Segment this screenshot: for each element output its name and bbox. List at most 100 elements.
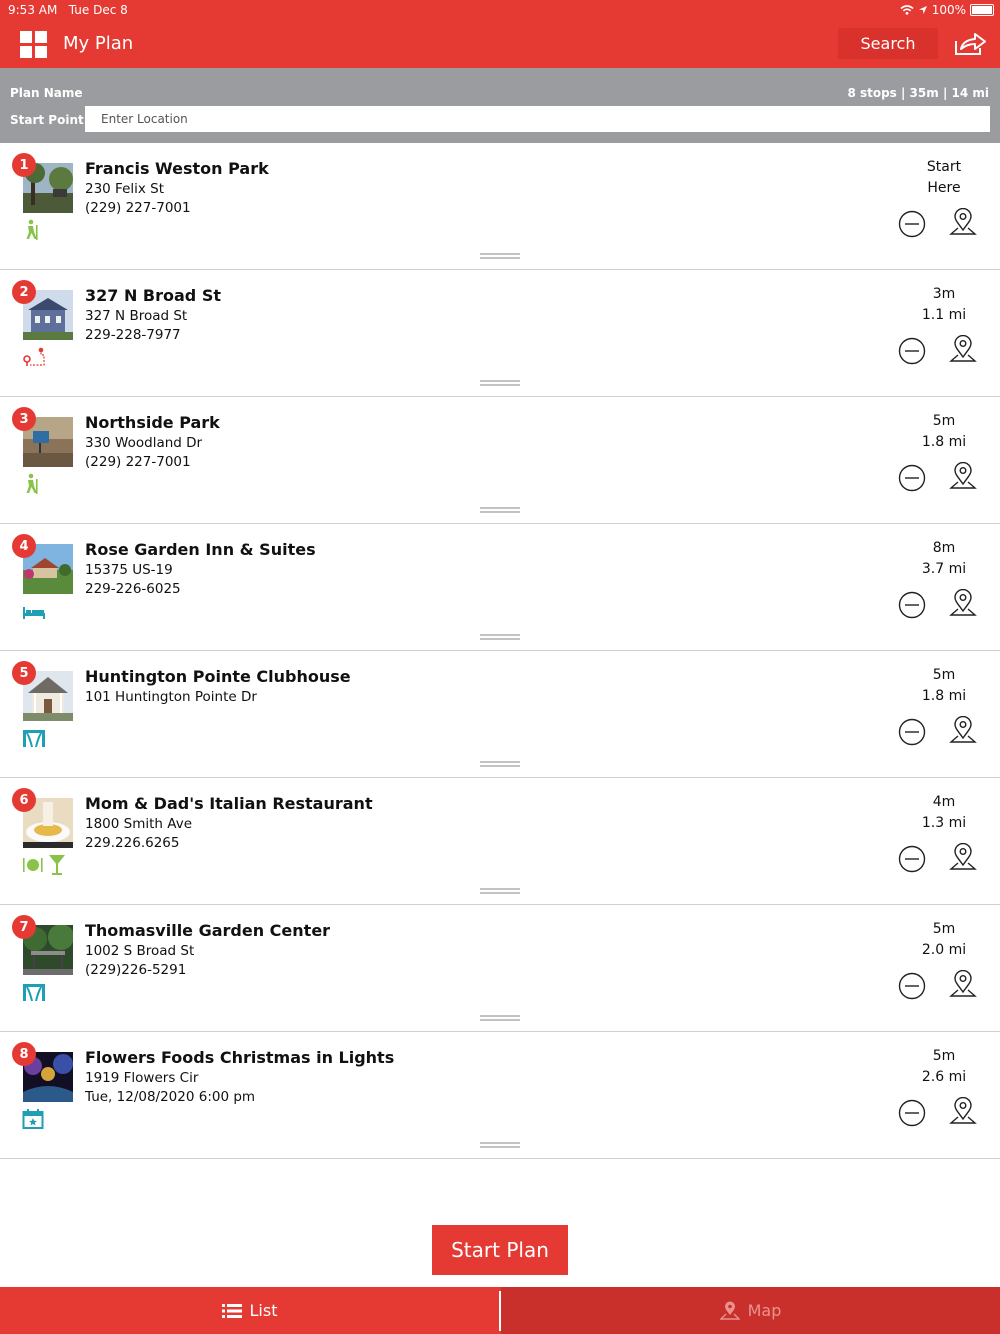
dining-icon xyxy=(23,855,65,875)
stop-name[interactable]: Thomasville Garden Center xyxy=(85,921,330,940)
drag-handle[interactable] xyxy=(480,634,520,640)
remove-stop-icon[interactable] xyxy=(898,845,926,873)
map-pin-icon[interactable] xyxy=(948,1097,978,1128)
stop-name[interactable]: Northside Park xyxy=(85,413,220,432)
remove-stop-icon[interactable] xyxy=(898,718,926,746)
bed-icon xyxy=(23,607,45,619)
venue-icon xyxy=(23,984,45,1001)
travel-distance: 1.1 mi xyxy=(921,307,967,323)
drag-handle[interactable] xyxy=(480,253,520,259)
stop-detail: (229) 227-7001 xyxy=(85,200,191,216)
stop-row[interactable]: 1 Francis Weston Park 230 Felix St (229)… xyxy=(0,143,1000,270)
status-time-date: 9:53 AM Tue Dec 8 xyxy=(8,3,128,17)
tab-map-label: Map xyxy=(747,1301,782,1320)
map-pin-icon[interactable] xyxy=(948,843,978,874)
calendar-icon xyxy=(22,1109,44,1129)
stop-address: 230 Felix St xyxy=(85,181,165,197)
plan-info-bar: Plan Name 8 stops | 35m | 14 mi Start Po… xyxy=(0,68,1000,143)
travel-time: 5m xyxy=(932,413,956,429)
drag-handle[interactable] xyxy=(480,1015,520,1021)
route-icon xyxy=(23,347,45,366)
stop-row[interactable]: 5 Huntington Pointe Clubhouse 101 Huntin… xyxy=(0,651,1000,778)
travel-time: 5m xyxy=(932,667,956,683)
menu-grid-icon[interactable] xyxy=(20,31,47,58)
stop-row[interactable]: 6 Mom & Dad's Italian Restaurant 1800 Sm… xyxy=(0,778,1000,905)
travel-time: 4m xyxy=(932,794,956,810)
remove-stop-icon[interactable] xyxy=(898,591,926,619)
map-pin-icon[interactable] xyxy=(948,462,978,493)
share-icon[interactable] xyxy=(953,32,987,56)
page-title: My Plan xyxy=(63,33,134,54)
bottom-tab-bar: List Map xyxy=(0,1287,1000,1334)
remove-stop-icon[interactable] xyxy=(898,337,926,365)
stop-detail: Tue, 12/08/2020 6:00 pm xyxy=(85,1089,256,1105)
stop-number-badge: 5 xyxy=(12,661,36,685)
drag-handle[interactable] xyxy=(480,888,520,894)
stop-number-badge: 7 xyxy=(12,915,36,939)
map-pin-icon[interactable] xyxy=(948,208,978,239)
plan-summary: 8 stops | 35m | 14 mi xyxy=(847,86,989,100)
stop-name[interactable]: Rose Garden Inn & Suites xyxy=(85,540,316,559)
stop-address: 101 Huntington Pointe Dr xyxy=(85,689,257,705)
drag-handle[interactable] xyxy=(480,507,520,513)
stop-row[interactable]: 4 Rose Garden Inn & Suites 15375 US-19 2… xyxy=(0,524,1000,651)
stop-address: 330 Woodland Dr xyxy=(85,435,203,451)
battery-percent: 100% xyxy=(931,3,966,17)
stop-address: 1919 Flowers Cir xyxy=(85,1070,199,1086)
travel-distance: 1.8 mi xyxy=(921,688,967,704)
stop-list: 1 Francis Weston Park 230 Felix St (229)… xyxy=(0,143,1000,1159)
drag-handle[interactable] xyxy=(480,1142,520,1148)
stop-name[interactable]: Mom & Dad's Italian Restaurant xyxy=(85,794,373,813)
stop-number-badge: 6 xyxy=(12,788,36,812)
app-header: My Plan Search xyxy=(0,20,1000,68)
travel-time: 5m xyxy=(932,921,956,937)
start-point-label: Start Point xyxy=(10,113,84,127)
remove-stop-icon[interactable] xyxy=(898,210,926,238)
stop-name[interactable]: Flowers Foods Christmas in Lights xyxy=(85,1048,394,1067)
location-arrow-icon xyxy=(918,6,927,14)
stop-number-badge: 2 xyxy=(12,280,36,304)
remove-stop-icon[interactable] xyxy=(898,464,926,492)
tab-list[interactable]: List xyxy=(0,1287,499,1334)
status-indicators: 100% xyxy=(900,3,994,17)
map-pin-icon[interactable] xyxy=(948,716,978,747)
venue-icon xyxy=(23,730,45,747)
drag-handle[interactable] xyxy=(480,380,520,386)
remove-stop-icon[interactable] xyxy=(898,972,926,1000)
stop-name[interactable]: Francis Weston Park xyxy=(85,159,269,178)
stop-name[interactable]: 327 N Broad St xyxy=(85,286,221,305)
drag-handle[interactable] xyxy=(480,761,520,767)
tab-map[interactable]: Map xyxy=(501,1287,1000,1334)
travel-distance: 1.3 mi xyxy=(921,815,967,831)
list-icon xyxy=(221,1303,242,1318)
start-location-input[interactable] xyxy=(85,106,990,132)
stop-address: 327 N Broad St xyxy=(85,308,188,324)
hiking-icon xyxy=(26,219,38,240)
stop-number-badge: 1 xyxy=(12,153,36,177)
start-plan-button[interactable]: Start Plan xyxy=(432,1225,568,1275)
travel-distance: 1.8 mi xyxy=(921,434,967,450)
search-button[interactable]: Search xyxy=(838,28,938,59)
hiking-icon xyxy=(26,473,38,494)
map-location-icon xyxy=(719,1301,740,1320)
travel-time: 8m xyxy=(932,540,956,556)
map-pin-icon[interactable] xyxy=(948,335,978,366)
travel-distance: Here xyxy=(927,180,961,196)
remove-stop-icon[interactable] xyxy=(898,1099,926,1127)
travel-time: Start xyxy=(926,159,962,175)
stop-row[interactable]: 3 Northside Park 330 Woodland Dr (229) 2… xyxy=(0,397,1000,524)
stop-address: 1800 Smith Ave xyxy=(85,816,192,832)
map-pin-icon[interactable] xyxy=(948,970,978,1001)
stop-address: 15375 US-19 xyxy=(85,562,173,578)
stop-detail: 229.226.6265 xyxy=(85,835,180,851)
stop-row[interactable]: 8 Flowers Foods Christmas in Lights 1919… xyxy=(0,1032,1000,1159)
stop-row[interactable]: 2 327 N Broad St 327 N Broad St 229-228-… xyxy=(0,270,1000,397)
map-pin-icon[interactable] xyxy=(948,589,978,620)
stop-number-badge: 8 xyxy=(12,1042,36,1066)
stop-row[interactable]: 7 Thomasville Garden Center 1002 S Broad… xyxy=(0,905,1000,1032)
wifi-icon xyxy=(900,5,914,15)
stop-number-badge: 4 xyxy=(12,534,36,558)
plan-name-label[interactable]: Plan Name xyxy=(10,86,83,100)
stop-detail: (229) 227-7001 xyxy=(85,454,191,470)
stop-name[interactable]: Huntington Pointe Clubhouse xyxy=(85,667,351,686)
